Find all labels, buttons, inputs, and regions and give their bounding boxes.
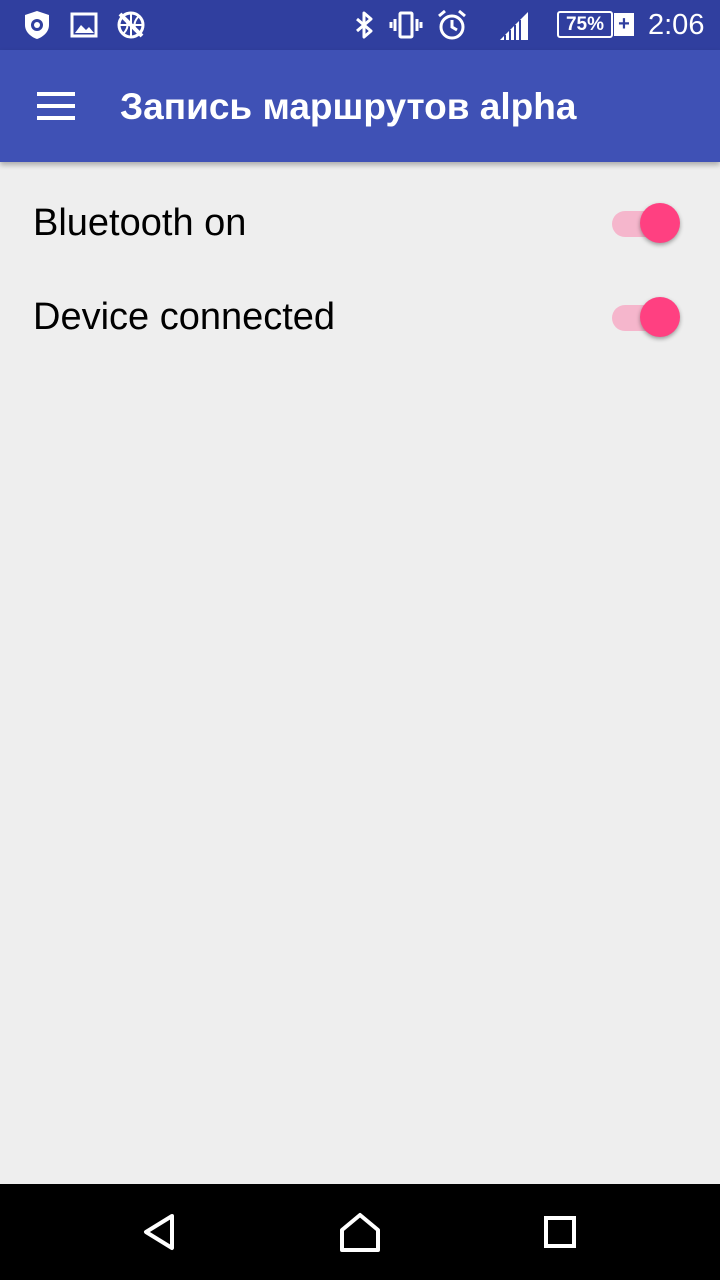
navigation-bar [0,1184,720,1280]
shield-app-icon [20,8,54,42]
bluetooth-toggle[interactable] [604,194,692,252]
setting-label: Bluetooth on [33,202,247,244]
switch-thumb [640,203,680,243]
charging-icon: + [614,13,634,36]
setting-label: Device connected [33,296,336,338]
app-bar: Запись маршрутов alpha [0,50,720,162]
switch-thumb [640,297,680,337]
home-icon[interactable] [336,1208,384,1256]
setting-row-bluetooth[interactable]: Bluetooth on [0,176,720,270]
image-icon [67,8,101,42]
setting-row-device-connected[interactable]: Device connected [0,270,720,364]
app-title: Запись маршрутов alpha [120,86,577,127]
hamburger-menu-icon[interactable] [22,73,88,139]
status-bar: 75% + 2:06 [0,0,720,50]
back-icon[interactable] [136,1208,184,1256]
no-network-icon [114,8,148,42]
recents-icon[interactable] [536,1208,584,1256]
signal-icon [496,8,530,42]
battery-icon: 75% [557,11,613,38]
clock: 2:06 [648,9,705,41]
vibrate-icon [389,8,423,42]
bluetooth-icon [347,8,381,42]
device-connected-toggle[interactable] [604,288,692,346]
alarm-icon [435,8,469,42]
